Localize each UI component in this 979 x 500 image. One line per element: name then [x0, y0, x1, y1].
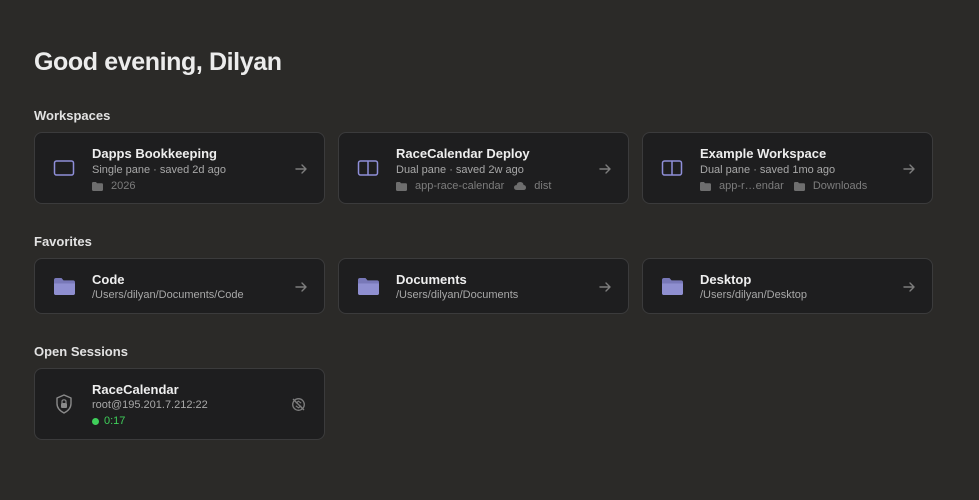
- folder-icon: [357, 276, 379, 296]
- shield-lock-icon: [53, 394, 75, 414]
- arrow-right-icon: [295, 164, 307, 174]
- workspace-tag: 2026: [111, 180, 136, 192]
- single-pane-icon: [53, 158, 75, 178]
- cloud-icon: [514, 182, 527, 190]
- favorite-card-code[interactable]: Code /Users/dilyan/Documents/Code: [34, 258, 325, 314]
- arrow-right-icon: [599, 282, 611, 292]
- section-workspaces: Workspaces: [34, 108, 111, 123]
- workspace-title: Example Workspace: [700, 146, 827, 161]
- online-dot: [92, 417, 99, 425]
- arrow-right-icon: [295, 282, 307, 292]
- favorite-card-desktop[interactable]: Desktop /Users/dilyan/Desktop: [642, 258, 933, 314]
- workspace-title: Dapps Bookkeeping: [92, 146, 217, 161]
- workspace-card-dapps-bookkeeping[interactable]: Dapps Bookkeeping Single pane · saved 2d…: [34, 132, 325, 204]
- folder-icon: [53, 276, 75, 296]
- favorite-card-documents[interactable]: Documents /Users/dilyan/Documents: [338, 258, 629, 314]
- greeting-title: Good evening, Dilyan: [34, 48, 282, 76]
- favorite-title: Documents: [396, 272, 467, 287]
- workspace-tag: app-race-calendar: [415, 180, 505, 192]
- folder-icon: [92, 181, 103, 191]
- workspace-tag: app-r…endar: [719, 180, 784, 192]
- folder-icon: [661, 276, 683, 296]
- favorite-path: /Users/dilyan/Documents/Code: [92, 289, 244, 301]
- favorite-title: Desktop: [700, 272, 752, 287]
- workspace-tag: Downloads: [812, 180, 868, 192]
- session-host: root@195.201.7.212:22: [92, 399, 208, 411]
- folder-icon: [396, 181, 407, 191]
- workspace-tag: dist: [534, 180, 552, 192]
- workspace-card-example-workspace[interactable]: Example Workspace Dual pane · saved 1mo …: [642, 132, 933, 204]
- favorite-title: Code: [92, 272, 125, 287]
- session-card-racecalendar[interactable]: RaceCalendar root@195.201.7.212:22 0:17: [34, 368, 325, 440]
- favorite-path: /Users/dilyan/Desktop: [700, 289, 807, 301]
- session-uptime: 0:17: [104, 415, 126, 427]
- session-title: RaceCalendar: [92, 382, 179, 397]
- folder-icon: [793, 181, 805, 191]
- dual-pane-icon: [357, 158, 379, 178]
- workspace-subtitle: Single pane · saved 2d ago: [92, 164, 226, 176]
- arrow-right-icon: [599, 164, 611, 174]
- disconnect-icon[interactable]: [291, 397, 306, 412]
- section-open-sessions: Open Sessions: [34, 344, 128, 359]
- dual-pane-icon: [661, 158, 683, 178]
- arrow-right-icon: [903, 282, 915, 292]
- workspace-card-racecalendar-deploy[interactable]: RaceCalendar Deploy Dual pane · saved 2w…: [338, 132, 629, 204]
- arrow-right-icon: [903, 164, 915, 174]
- session-status: 0:17: [92, 415, 125, 427]
- workspace-subtitle: Dual pane · saved 1mo ago: [700, 164, 836, 176]
- folder-icon: [700, 181, 711, 191]
- workspace-title: RaceCalendar Deploy: [396, 146, 530, 161]
- workspace-subtitle: Dual pane · saved 2w ago: [396, 164, 524, 176]
- section-favorites: Favorites: [34, 234, 92, 249]
- favorite-path: /Users/dilyan/Documents: [396, 289, 519, 301]
